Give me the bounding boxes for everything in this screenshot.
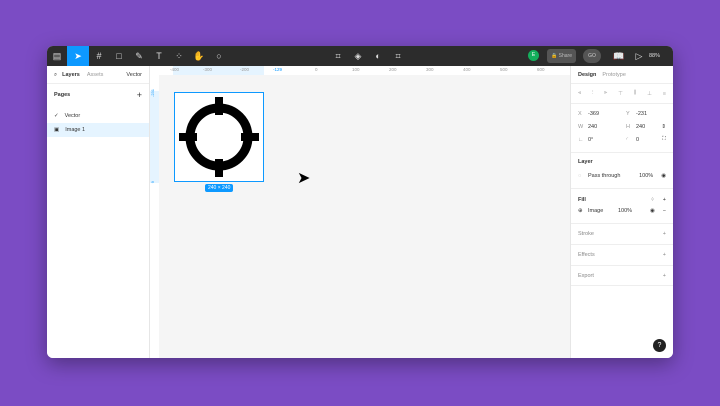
present-button[interactable]: ▷ bbox=[629, 46, 649, 66]
page-item-vector[interactable]: ✓ Vector bbox=[47, 109, 149, 123]
w-input[interactable]: 240 bbox=[588, 124, 626, 130]
ruler-label: -231 bbox=[150, 89, 155, 98]
corners-icon[interactable]: ⛶ bbox=[662, 136, 666, 143]
zoom-select[interactable]: 88% bbox=[649, 53, 660, 59]
ruler-label: 300 bbox=[426, 67, 434, 72]
main-menu-button[interactable]: ▤ bbox=[47, 46, 67, 66]
image-icon: ▣ bbox=[54, 127, 60, 133]
ruler-label: -129 bbox=[273, 67, 283, 72]
radius-input[interactable]: 0 bbox=[636, 137, 639, 143]
pages-label: Pages bbox=[54, 91, 71, 98]
share-label: Share bbox=[558, 53, 572, 59]
h-input[interactable]: 240 bbox=[636, 124, 645, 130]
crop-icon[interactable]: ⌗ bbox=[388, 46, 408, 66]
ruler-label: 600 bbox=[537, 67, 545, 72]
avatar[interactable]: GO bbox=[583, 49, 601, 63]
y-input[interactable]: -231 bbox=[636, 111, 647, 117]
horizontal-ruler: -400 -300 -200 -129 0 100 200 300 400 500 600 bbox=[150, 66, 570, 75]
page-label: Vector bbox=[64, 113, 81, 119]
ruler-label: -400 bbox=[170, 67, 180, 72]
eye-icon[interactable]: ◉ bbox=[661, 173, 666, 179]
effects-title: Effects bbox=[578, 252, 595, 258]
fill-opacity[interactable]: 100% bbox=[618, 208, 632, 214]
export-title: Export bbox=[578, 272, 594, 279]
eye-icon[interactable]: ◉ bbox=[650, 208, 655, 214]
blend-select[interactable]: Pass through bbox=[588, 173, 620, 179]
user-avatar[interactable]: E bbox=[528, 50, 539, 61]
check-icon: ✓ bbox=[54, 113, 59, 119]
vertical-ruler: -231 9 bbox=[150, 75, 159, 358]
constrain-icon[interactable]: ⇕ bbox=[661, 124, 666, 130]
components-icon[interactable]: ⁘ bbox=[169, 46, 189, 66]
layer-label: Image 1 bbox=[65, 127, 86, 133]
add-page-button[interactable]: + bbox=[137, 90, 142, 100]
pen-tool[interactable]: ✎ bbox=[129, 46, 149, 66]
size-badge: 240 × 240 bbox=[205, 184, 234, 192]
app-window: ▤ ➤ # □ ✎ T ⁘ ✋ ○ ⌗ ◈ ◐ ⌗ E 🔒 Share GO 📖… bbox=[47, 46, 673, 358]
image-layer[interactable] bbox=[174, 92, 264, 182]
tab-layers[interactable]: Layers bbox=[62, 72, 80, 78]
move-tool[interactable]: ➤ bbox=[67, 46, 89, 66]
right-panel: Design Prototype ⫷ ⫶ ⫸ ⊤ ⫼ ⊥ ≡ X -369 Y -231 W 240… bbox=[570, 66, 673, 358]
fill-name: Image bbox=[588, 207, 604, 214]
comment-tool[interactable]: ○ bbox=[209, 46, 229, 66]
add-stroke-button[interactable]: + bbox=[663, 231, 666, 237]
shape-tool[interactable]: □ bbox=[109, 46, 129, 66]
add-fill-button[interactable]: + bbox=[663, 197, 666, 203]
layer-opacity[interactable]: 100% bbox=[639, 173, 653, 179]
ruler-label: 100 bbox=[352, 67, 360, 72]
cursor-icon: ➤ bbox=[297, 170, 311, 187]
image-fill-icon[interactable]: ⊕ bbox=[578, 208, 588, 214]
remove-fill-button[interactable]: − bbox=[663, 208, 666, 214]
tab-assets[interactable]: Assets bbox=[87, 72, 104, 78]
stroke-title: Stroke bbox=[578, 231, 594, 237]
tab-design[interactable]: Design bbox=[578, 72, 596, 78]
ruler-label: 200 bbox=[389, 67, 397, 72]
hand-tool[interactable]: ✋ bbox=[189, 46, 209, 66]
styles-icon[interactable]: ⁘ bbox=[650, 197, 655, 203]
add-export-button[interactable]: + bbox=[663, 273, 666, 279]
left-panel: ⌕ Layers Assets Vector Pages + ✓ Vector ▣… bbox=[47, 66, 150, 358]
toolbar: ▤ ➤ # □ ✎ T ⁘ ✋ ○ ⌗ ◈ ◐ ⌗ E 🔒 Share GO 📖… bbox=[47, 46, 673, 66]
rotation-input[interactable]: 0° bbox=[588, 137, 626, 143]
mask-icon[interactable]: ◐ bbox=[368, 46, 388, 66]
ruler-label: -200 bbox=[240, 67, 250, 72]
fill-title: Fill bbox=[578, 196, 586, 203]
layer-title: Layer bbox=[578, 159, 593, 165]
library-icon[interactable]: 📖 bbox=[609, 46, 629, 66]
x-input[interactable]: -369 bbox=[588, 111, 626, 117]
crosshair-image bbox=[179, 97, 259, 177]
ruler-label: 500 bbox=[500, 67, 508, 72]
page-select[interactable]: Vector bbox=[126, 72, 142, 78]
ruler-label: 0 bbox=[315, 67, 318, 72]
help-button[interactable]: ? bbox=[653, 339, 666, 352]
search-icon[interactable]: ⌕ bbox=[54, 72, 57, 79]
add-effect-button[interactable]: + bbox=[663, 252, 666, 258]
layer-item-image[interactable]: ▣ Image 1 bbox=[47, 123, 149, 137]
ruler-label: -300 bbox=[203, 67, 213, 72]
ruler-label: 400 bbox=[463, 67, 471, 72]
component-icon[interactable]: ◈ bbox=[348, 46, 368, 66]
frame-tool[interactable]: # bbox=[89, 46, 109, 66]
tab-prototype[interactable]: Prototype bbox=[602, 72, 626, 78]
text-tool[interactable]: T bbox=[149, 46, 169, 66]
share-button[interactable]: 🔒 Share bbox=[547, 49, 576, 63]
align-tools[interactable]: ⫷ ⫶ ⫸ ⊤ ⫼ ⊥ ≡ bbox=[571, 83, 673, 103]
frame-selection-icon[interactable]: ⌗ bbox=[328, 46, 348, 66]
ruler-label: 9 bbox=[150, 181, 155, 184]
